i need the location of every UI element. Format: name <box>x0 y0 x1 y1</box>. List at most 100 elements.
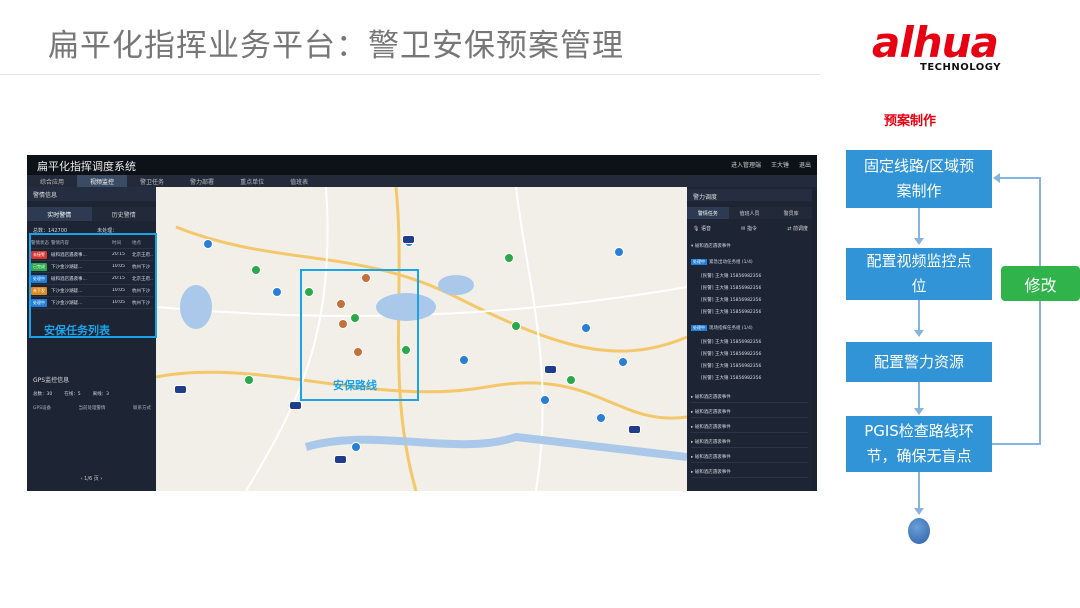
command-button[interactable]: ✉ 指令 <box>741 225 757 232</box>
message-icon: ✉ <box>741 226 746 232</box>
voice-label: 语音 <box>700 226 711 232</box>
tab-alert-tasks[interactable]: 警情任务 <box>687 207 729 219</box>
alert-pager[interactable]: ‹ 1/6 页 › <box>27 475 156 482</box>
gps-col-contact: 联系方式 <box>133 406 151 411</box>
arrow-head-icon <box>914 238 924 245</box>
task-status-badge: 处理中 <box>691 259 707 265</box>
alert-tabs: 实时警情 历史警情 <box>27 207 156 221</box>
gps-total: 总数：30 <box>33 392 53 397</box>
dahua-logo: alhua TECHNOLOGY <box>872 18 1047 78</box>
flow-title: 预案制作 <box>884 114 937 129</box>
task-group[interactable]: 处理中 现场指挥任务组 (1/4) <box>691 325 808 335</box>
police-car-marker[interactable] <box>628 425 641 434</box>
police-car-marker[interactable] <box>544 365 557 374</box>
collapsed-event-label: 碰和酒店遇袭事件 <box>694 395 731 400</box>
step-2-line-2: 位 <box>911 277 927 295</box>
member-row[interactable]: [民警] 王大锤 15856982356 <box>701 363 761 369</box>
command-label: 指令 <box>746 226 757 232</box>
logout-link[interactable]: 退出 <box>799 160 811 169</box>
arrow-head-icon <box>914 408 924 415</box>
task-list-annotation: 安保任务列表 <box>44 324 110 337</box>
step-2-line-1: 配置视频监控点 <box>866 252 972 270</box>
collapsed-event-row[interactable]: ▸ 碰和酒店遇袭事件 <box>691 406 808 418</box>
microphone-icon: 🎙 <box>693 226 700 232</box>
collapsed-event-row[interactable]: ▸ 碰和酒店遇袭事件 <box>691 451 808 463</box>
police-car-marker[interactable] <box>334 455 347 464</box>
flow-arrow <box>918 300 920 332</box>
camera-marker[interactable] <box>614 247 624 259</box>
camera-marker[interactable] <box>596 413 606 425</box>
camera-marker[interactable] <box>351 442 361 454</box>
tab-history-alerts[interactable]: 历史警情 <box>91 207 156 221</box>
logo-subtitle: TECHNOLOGY <box>920 62 1001 73</box>
dispatch-label: 前调度 <box>792 226 808 232</box>
flow-arrow <box>918 208 920 240</box>
nav-video-monitor[interactable]: 视频监控 <box>77 175 128 187</box>
member-row[interactable]: [民警] 王大锤 15856982356 <box>701 285 761 291</box>
collapsed-event-label: 碰和酒店遇袭事件 <box>694 440 731 445</box>
tab-duty-staff[interactable]: 值班人员 <box>728 207 771 219</box>
platform-nav: 综合应用 视频监控 警卫任务 警力部署 重点单位 值班表 <box>27 175 817 187</box>
nav-comprehensive[interactable]: 综合应用 <box>27 175 77 187</box>
gps-title: GPS监控信息 <box>33 377 70 384</box>
camera-marker[interactable] <box>459 355 469 367</box>
dispatch-button[interactable]: ⇄ 前调度 <box>787 225 808 232</box>
arrow-head-icon <box>914 508 924 515</box>
platform-title: 扁平化指挥调度系统 <box>37 160 136 173</box>
collapsed-event-row[interactable]: ▸ 碰和酒店遇袭事件 <box>691 421 808 433</box>
police-marker[interactable] <box>504 253 514 265</box>
nav-duty-roster[interactable]: 值班表 <box>277 175 321 187</box>
collapsed-event-row[interactable]: ▸ 碰和酒店遇袭事件 <box>691 466 808 478</box>
pager-label: 1/6 页 <box>84 476 99 482</box>
dispatch-icon: ⇄ <box>787 226 792 232</box>
flow-arrow <box>918 382 920 410</box>
member-row[interactable]: [民警] 王大锤 15856982356 <box>701 297 761 303</box>
tab-officer-pool[interactable]: 警员库 <box>770 207 813 219</box>
map-view[interactable]: 安保路线 <box>156 187 687 491</box>
gps-col-device: GPS设备 <box>33 406 52 411</box>
police-car-marker[interactable] <box>289 401 302 410</box>
police-car-marker[interactable] <box>402 235 415 244</box>
member-row[interactable]: [民警] 王大锤 15856982356 <box>701 351 761 357</box>
voice-button[interactable]: 🎙 语音 <box>693 225 711 232</box>
step-1-line-2: 案制作 <box>896 182 942 200</box>
route-annotation: 安保路线 <box>333 379 377 392</box>
camera-marker[interactable] <box>618 357 628 369</box>
user-name[interactable]: 王大锤 <box>771 160 789 169</box>
police-marker[interactable] <box>566 375 576 387</box>
camera-marker[interactable] <box>203 239 213 251</box>
flow-end-node <box>908 518 930 544</box>
member-row[interactable]: [民警] 王大锤 15856982356 <box>701 309 761 315</box>
nav-guard-task[interactable]: 警卫任务 <box>127 175 177 187</box>
flow-step-2: 配置视频监控点位 <box>846 248 992 300</box>
arrow-head-icon <box>914 330 924 337</box>
camera-marker[interactable] <box>272 287 282 299</box>
gps-online: 在线：5 <box>64 392 81 397</box>
gps-stats: 总数：30 在线：5 离线：3 <box>33 391 109 397</box>
police-marker[interactable] <box>251 265 261 277</box>
police-marker[interactable] <box>244 375 254 387</box>
task-group[interactable]: 处理中 紧急出动任务组 (1/4) <box>691 259 808 269</box>
slide-title: 扁平化指挥业务平台：警卫安保预案管理 <box>48 28 624 64</box>
flow-arrow <box>918 472 920 510</box>
nav-key-units[interactable]: 重点单位 <box>227 175 277 187</box>
member-row[interactable]: [民警] 王大锤 15856982356 <box>701 375 761 381</box>
collapsed-event-row[interactable]: ▸ 碰和酒店遇袭事件 <box>691 391 808 403</box>
collapsed-event-label: 碰和酒店遇袭事件 <box>694 410 731 415</box>
modify-button[interactable]: 修改 <box>1001 266 1080 301</box>
member-row[interactable]: [民警] 王大锤 15856982356 <box>701 339 761 345</box>
police-car-marker[interactable] <box>174 385 187 394</box>
dispatch-tabs: 警情任务 值班人员 警员库 <box>687 207 813 219</box>
tab-realtime-alerts[interactable]: 实时警情 <box>27 207 92 221</box>
admin-link[interactable]: 进入管理端 <box>731 160 761 169</box>
collapsed-event-row[interactable]: ▸ 碰和酒店遇袭事件 <box>691 436 808 448</box>
camera-marker[interactable] <box>581 323 591 335</box>
flow-step-3: 配置警力资源 <box>846 342 992 382</box>
flow-step-4: PGIS检查路线环 节，确保无盲点 <box>846 416 992 472</box>
member-row[interactable]: [民警] 王大锤 15856982356 <box>701 273 761 279</box>
camera-marker[interactable] <box>540 395 550 407</box>
police-marker[interactable] <box>511 321 521 333</box>
nav-police-deploy[interactable]: 警力部署 <box>177 175 227 187</box>
event-group-title[interactable]: ▾ 碰和酒店遇袭事件 <box>691 243 808 253</box>
slide: 扁平化指挥业务平台：警卫安保预案管理 alhua TECHNOLOGY 扁平化指… <box>0 0 1080 608</box>
